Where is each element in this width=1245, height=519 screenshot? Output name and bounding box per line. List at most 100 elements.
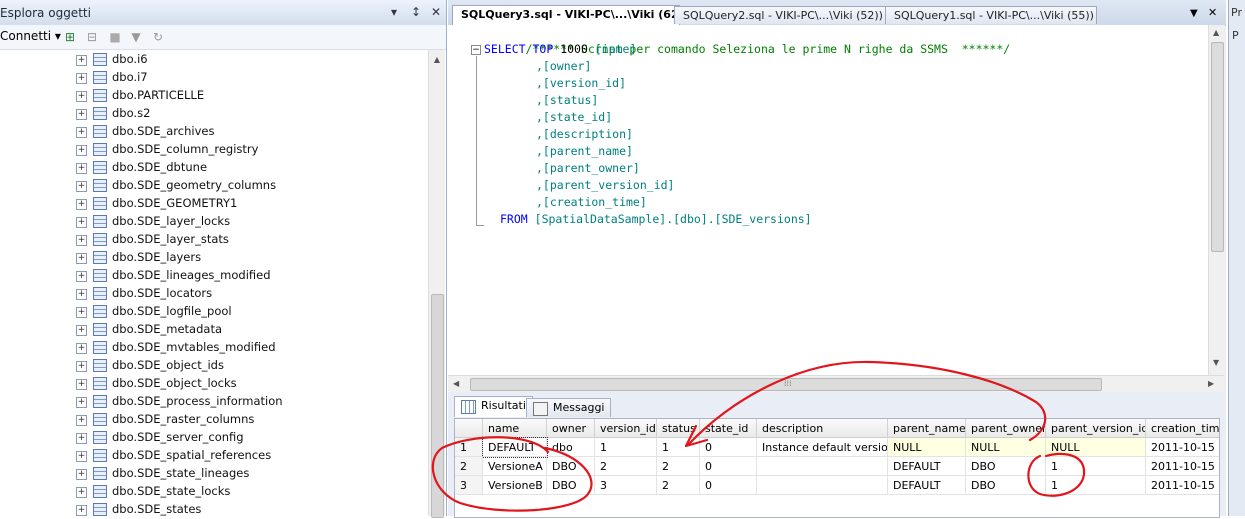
expand-icon[interactable]: + xyxy=(76,415,87,426)
row-number[interactable]: 3 xyxy=(455,476,483,495)
grid-cell[interactable]: 2011-10-15 14 xyxy=(1146,438,1219,457)
expand-icon[interactable]: + xyxy=(76,361,87,372)
grid-cell[interactable]: NULL xyxy=(1046,438,1146,457)
close-panel-icon[interactable]: ✕ xyxy=(428,4,444,20)
row-number[interactable]: 1 xyxy=(455,438,483,457)
disconnect-icon[interactable]: ⊟ xyxy=(84,29,100,45)
expand-icon[interactable]: + xyxy=(76,469,87,480)
expand-icon[interactable]: + xyxy=(76,163,87,174)
expand-icon[interactable]: + xyxy=(76,307,87,318)
grid-cell[interactable]: VersioneB xyxy=(483,476,547,495)
stop-icon[interactable]: ■ xyxy=(107,29,123,45)
tree-scroll-thumb[interactable] xyxy=(431,294,444,518)
grid-cell[interactable]: VersioneA xyxy=(483,457,547,476)
tab-results[interactable]: Risultati xyxy=(454,396,533,417)
grid-cell[interactable]: dbo xyxy=(547,438,595,457)
editor-vertical-scrollbar[interactable]: ▲ ▼ xyxy=(1208,25,1225,375)
grid-cell[interactable]: DEFAULT xyxy=(888,476,966,495)
refresh-icon[interactable]: ↻ xyxy=(150,29,166,45)
expand-icon[interactable]: + xyxy=(76,217,87,228)
expand-icon[interactable]: + xyxy=(76,271,87,282)
tab-messages[interactable]: Messaggi xyxy=(526,398,612,417)
table-icon xyxy=(93,197,107,210)
connect-server-icon[interactable]: ⊞ xyxy=(62,29,78,45)
filter-icon[interactable]: ▼ xyxy=(128,29,144,45)
grid-cell[interactable]: 0 xyxy=(700,476,757,495)
sql-code-editor[interactable]: − /****** Script per comando Seleziona l… xyxy=(448,25,1208,375)
expand-icon[interactable]: + xyxy=(76,451,87,462)
properties-panel[interactable]: Pr P xyxy=(1228,0,1245,516)
results-grid[interactable]: name owner version_id status state_id descrip… xyxy=(454,418,1220,518)
grid-cell[interactable]: 2011-10-15 14 xyxy=(1146,476,1219,495)
expand-icon[interactable]: + xyxy=(76,397,87,408)
grid-cell[interactable] xyxy=(757,457,888,476)
grid-cell[interactable]: 2011-10-15 14 xyxy=(1146,457,1219,476)
column-header[interactable]: parent_name xyxy=(888,419,966,438)
grid-cell[interactable]: 1 xyxy=(657,438,700,457)
column-header[interactable]: parent_owner xyxy=(966,419,1046,438)
editor-vscroll-thumb[interactable] xyxy=(1211,42,1224,252)
grid-cell[interactable]: NULL xyxy=(966,438,1046,457)
scroll-right-icon[interactable]: ▶ xyxy=(1208,379,1214,388)
expand-icon[interactable]: + xyxy=(76,181,87,192)
grid-cell[interactable]: DBO xyxy=(966,476,1046,495)
grid-cell[interactable]: 0 xyxy=(700,457,757,476)
connect-button[interactable]: Connetti ▾ xyxy=(0,29,61,43)
column-header[interactable]: description xyxy=(757,419,888,438)
grid-cell[interactable]: 1 xyxy=(595,438,657,457)
column-header[interactable]: owner xyxy=(547,419,595,438)
grid-cell[interactable]: 1 xyxy=(1046,457,1146,476)
tree-scrollbar[interactable]: ▲ xyxy=(428,50,445,518)
editor-horizontal-scrollbar[interactable]: ◀ ⁞⁞⁞ ▶ xyxy=(448,375,1224,392)
tab-list-dropdown-icon[interactable]: ▼ xyxy=(1190,8,1198,19)
scroll-up-icon[interactable]: ▲ xyxy=(429,52,445,68)
grid-cell[interactable]: DBO xyxy=(547,457,595,476)
expand-icon[interactable]: + xyxy=(76,433,87,444)
expand-icon[interactable]: + xyxy=(76,289,87,300)
expand-icon[interactable]: + xyxy=(76,109,87,120)
column-header[interactable]: name xyxy=(483,419,547,438)
row-number[interactable]: 2 xyxy=(455,457,483,476)
scroll-left-icon[interactable]: ◀ xyxy=(453,379,459,388)
tab-sqlquery2[interactable]: SQLQuery2.sql - VIKI-PC\...\Viki (52)) xyxy=(674,6,888,24)
grid-cell[interactable]: 0 xyxy=(700,438,757,457)
grid-cell[interactable] xyxy=(757,476,888,495)
scroll-up-icon[interactable]: ▲ xyxy=(1213,28,1219,37)
expand-icon[interactable]: + xyxy=(76,343,87,354)
tab-sqlquery1[interactable]: SQLQuery1.sql - VIKI-PC\...\Viki (55)) xyxy=(885,6,1097,24)
column-header[interactable]: version_id xyxy=(595,419,657,438)
grid-cell[interactable]: DBO xyxy=(966,457,1046,476)
expand-icon[interactable]: + xyxy=(76,91,87,102)
expand-icon[interactable]: + xyxy=(76,73,87,84)
dropdown-icon[interactable]: ▾ xyxy=(386,4,402,20)
scroll-down-icon[interactable]: ▼ xyxy=(1213,358,1219,367)
expand-icon[interactable]: + xyxy=(76,253,87,264)
column-header[interactable]: creation_time xyxy=(1146,419,1219,438)
grid-cell[interactable]: DEFAULT xyxy=(482,437,548,458)
column-header[interactable]: state_id xyxy=(700,419,757,438)
grid-cell[interactable]: 2 xyxy=(595,457,657,476)
expand-icon[interactable]: + xyxy=(76,235,87,246)
grid-cell[interactable]: DBO xyxy=(547,476,595,495)
expand-icon[interactable]: + xyxy=(76,487,87,498)
expand-icon[interactable]: + xyxy=(76,325,87,336)
grid-cell[interactable]: 3 xyxy=(595,476,657,495)
collapse-icon[interactable]: − xyxy=(471,45,481,55)
grid-cell[interactable]: NULL xyxy=(888,438,966,457)
pin-icon[interactable]: ↕ xyxy=(408,4,424,20)
column-header[interactable]: status xyxy=(657,419,700,438)
expand-icon[interactable]: + xyxy=(76,145,87,156)
grid-cell[interactable]: 1 xyxy=(1046,476,1146,495)
grid-cell[interactable]: 2 xyxy=(657,476,700,495)
tab-sqlquery3[interactable]: SQLQuery3.sql - VIKI-PC\...\Viki (62)) xyxy=(452,5,680,26)
grid-cell[interactable]: 2 xyxy=(657,457,700,476)
expand-icon[interactable]: + xyxy=(76,127,87,138)
grid-cell[interactable]: DEFAULT xyxy=(888,457,966,476)
expand-icon[interactable]: + xyxy=(76,199,87,210)
column-header[interactable]: parent_version_id xyxy=(1046,419,1146,438)
expand-icon[interactable]: + xyxy=(76,55,87,66)
expand-icon[interactable]: + xyxy=(76,505,87,516)
grid-cell[interactable]: Instance default version. xyxy=(757,438,888,457)
expand-icon[interactable]: + xyxy=(76,379,87,390)
close-tab-icon[interactable]: ✕ xyxy=(1208,6,1217,19)
